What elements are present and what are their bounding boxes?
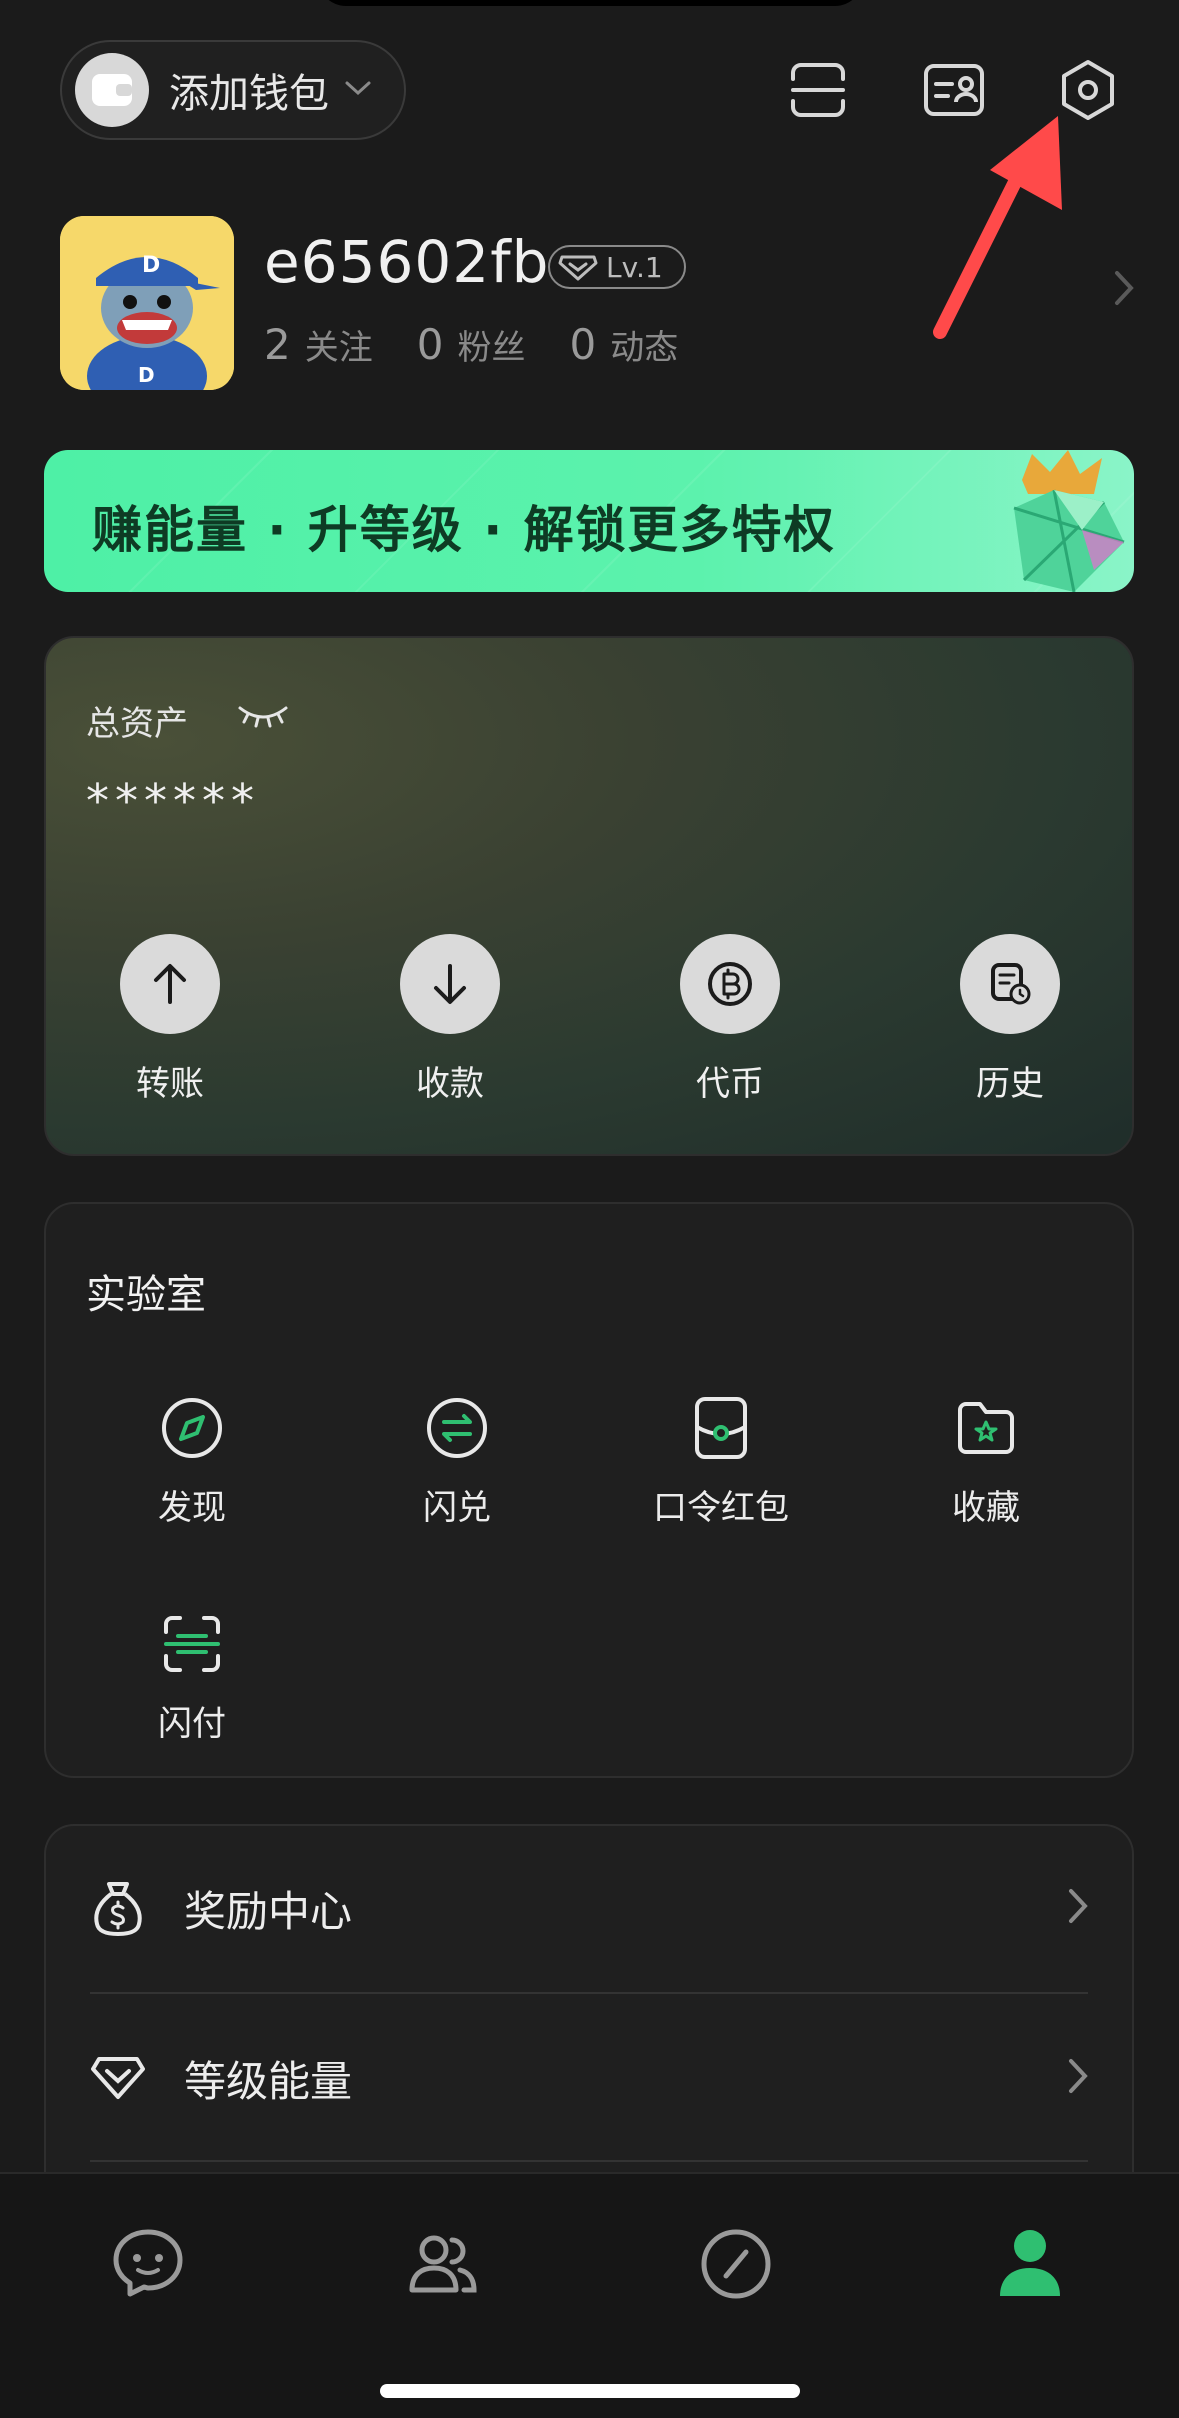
- divider: [90, 2160, 1088, 2162]
- divider: [90, 1992, 1088, 1994]
- total-assets-value: ******: [86, 774, 260, 828]
- level-diamond-icon: [86, 2046, 150, 2110]
- transfer-button[interactable]: 转账: [110, 934, 230, 1105]
- favorites-folder-icon: [948, 1390, 1024, 1466]
- nav-chat[interactable]: [88, 2204, 208, 2324]
- swap-icon: [419, 1390, 495, 1466]
- chat-icon: [113, 2229, 183, 2297]
- receive-button[interactable]: 收款: [390, 934, 510, 1105]
- tokens-button[interactable]: 代币: [670, 934, 790, 1105]
- add-wallet-label: 添加钱包: [169, 71, 329, 117]
- chevron-right-icon: [1066, 2056, 1090, 2100]
- tokens-label: 代币: [696, 1064, 764, 1104]
- red-packet-icon: [683, 1390, 759, 1466]
- swap-label: 闪兑: [423, 1488, 491, 1528]
- crown-diamond-icon: [1013, 450, 1125, 592]
- level-energy-row[interactable]: 等级能量: [86, 2028, 1090, 2128]
- level-energy-label: 等级能量: [184, 2056, 353, 2106]
- promo-banner[interactable]: 赚能量 · 升等级 · 解锁更多特权: [44, 450, 1134, 592]
- compass-icon: [154, 1390, 230, 1466]
- profile-icon: [1000, 2230, 1060, 2296]
- discover-label: 发现: [158, 1488, 226, 1528]
- rewards-center-label: 奖励中心: [184, 1886, 353, 1936]
- chevron-down-icon: [343, 78, 373, 102]
- annotation-arrow: [930, 110, 1080, 344]
- scan-pay-icon: [154, 1606, 230, 1682]
- swap-tool[interactable]: 闪兑: [357, 1390, 557, 1529]
- scan-pay-tool[interactable]: 闪付: [92, 1606, 292, 1745]
- eye-closed-icon[interactable]: [236, 700, 290, 734]
- arrow-down-icon: [400, 934, 500, 1034]
- scan-pay-label: 闪付: [158, 1704, 226, 1744]
- discover-icon: [701, 2229, 771, 2299]
- arrow-up-icon: [120, 934, 220, 1034]
- contacts-icon: [409, 2235, 477, 2293]
- history-label: 历史: [976, 1064, 1044, 1104]
- lab-title: 实验室: [86, 1272, 206, 1318]
- favorites-label: 收藏: [952, 1488, 1020, 1528]
- nav-discover[interactable]: [676, 2204, 796, 2324]
- scan-icon[interactable]: [780, 52, 856, 128]
- svg-text:D: D: [138, 363, 155, 387]
- home-indicator: [380, 2384, 800, 2398]
- receive-label: 收款: [416, 1064, 484, 1104]
- avatar[interactable]: D D: [60, 216, 234, 390]
- nav-contacts[interactable]: [382, 2204, 502, 2324]
- username: e65602fb: [264, 228, 550, 296]
- level-text: Lv.1: [606, 250, 663, 284]
- following-count[interactable]: 2: [264, 320, 291, 369]
- wallet-icon: [75, 53, 149, 127]
- device-notch: [318, 0, 863, 6]
- add-wallet-button[interactable]: 添加钱包: [60, 40, 406, 140]
- svg-text:D: D: [142, 253, 160, 278]
- transfer-label: 转账: [136, 1064, 204, 1104]
- nav-profile[interactable]: [970, 2204, 1090, 2324]
- followers-label[interactable]: 粉丝: [457, 320, 525, 369]
- promo-text: 赚能量 · 升等级 · 解锁更多特权: [92, 501, 836, 559]
- history-icon: [960, 934, 1060, 1034]
- money-bag-icon: [86, 1876, 150, 1940]
- level-badge[interactable]: Lv.1: [548, 245, 686, 289]
- total-assets-label: 总资产: [86, 704, 188, 744]
- history-button[interactable]: 历史: [950, 934, 1070, 1105]
- discover-tool[interactable]: 发现: [92, 1390, 292, 1529]
- favorites-tool[interactable]: 收藏: [886, 1390, 1086, 1529]
- chevron-right-icon[interactable]: [1112, 268, 1136, 312]
- following-label[interactable]: 关注: [305, 320, 373, 369]
- red-packet-label: 口令红包: [653, 1488, 789, 1528]
- diamond-icon: [554, 249, 602, 285]
- followers-count[interactable]: 0: [417, 320, 444, 369]
- bottom-nav: [0, 2172, 1179, 2418]
- chevron-right-icon: [1066, 1886, 1090, 1930]
- red-packet-tool[interactable]: 口令红包: [621, 1390, 821, 1529]
- bitcoin-icon: [680, 934, 780, 1034]
- posts-label[interactable]: 动态: [610, 320, 678, 369]
- posts-count[interactable]: 0: [569, 320, 596, 369]
- profile-stats: 2 关注 0 粉丝 0 动态: [264, 320, 722, 369]
- rewards-center-row[interactable]: 奖励中心: [86, 1858, 1090, 1958]
